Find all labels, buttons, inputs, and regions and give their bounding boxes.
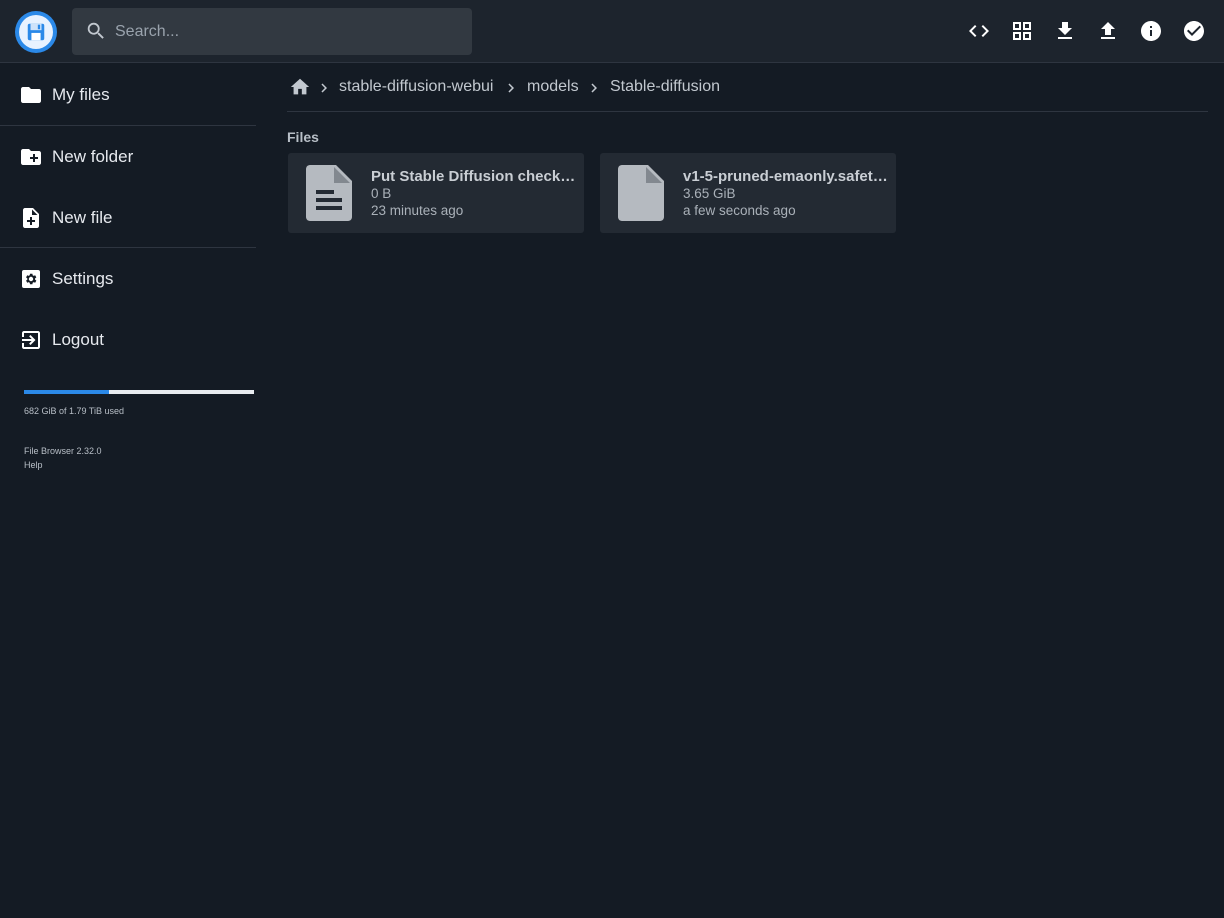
info-icon[interactable]: [1136, 16, 1166, 46]
search-box[interactable]: [72, 8, 472, 55]
code-view-icon[interactable]: [964, 16, 994, 46]
folder-icon: [19, 83, 43, 107]
file-size: 0 B: [371, 186, 392, 201]
sidebar-item-label: Settings: [52, 268, 114, 288]
chevron-right-icon: [315, 79, 333, 97]
logout-icon: [19, 328, 43, 352]
text-file-icon: [302, 163, 358, 223]
sidebar-item-label: Logout: [52, 329, 104, 349]
top-bar: [0, 0, 1224, 63]
file-item[interactable]: Put Stable Diffusion checkpoints here.tx…: [288, 153, 584, 233]
sidebar-item-new-folder[interactable]: New folder: [0, 126, 256, 187]
sidebar-item-logout[interactable]: Logout: [0, 309, 256, 370]
file-name: Put Stable Diffusion checkpoints here.tx…: [371, 168, 576, 185]
file-icon: [614, 163, 670, 223]
floppy-disk-icon[interactable]: [15, 11, 57, 53]
home-icon[interactable]: [289, 76, 311, 98]
breadcrumb-item[interactable]: Stable-diffusion: [610, 78, 720, 96]
version-text: File Browser 2.32.0: [24, 446, 102, 456]
storage-usage-text: 682 GiB of 1.79 TiB used: [24, 406, 125, 416]
download-icon[interactable]: [1050, 16, 1080, 46]
file-modified: 23 minutes ago: [371, 203, 464, 218]
file-plus-icon: [19, 206, 43, 230]
sidebar-item-label: My files: [52, 84, 110, 104]
help-link[interactable]: Help: [24, 460, 43, 470]
folder-plus-icon: [19, 145, 43, 169]
storage-usage-bar: [24, 390, 254, 394]
sidebar-item-new-file[interactable]: New file: [0, 187, 256, 248]
upload-icon[interactable]: [1093, 16, 1123, 46]
settings-icon: [19, 267, 43, 291]
file-size: 3.65 GiB: [683, 186, 736, 201]
sidebar-item-my-files[interactable]: My files: [0, 64, 256, 125]
file-name: v1-5-pruned-emaonly.safetensors: [683, 168, 888, 185]
breadcrumb: stable-diffusion-webui models Stable-dif…: [287, 64, 1208, 112]
search-input[interactable]: [115, 16, 455, 47]
sidebar-item-label: New file: [52, 207, 113, 227]
sidebar-item-settings[interactable]: Settings: [0, 248, 256, 309]
grid-view-icon[interactable]: [1007, 16, 1037, 46]
chevron-right-icon: [585, 79, 603, 97]
section-title: Files: [287, 129, 319, 145]
file-modified: a few seconds ago: [683, 203, 796, 218]
breadcrumb-item[interactable]: stable-diffusion-webui: [339, 78, 493, 96]
sidebar-item-label: New folder: [52, 146, 134, 166]
file-item[interactable]: v1-5-pruned-emaonly.safetensors 3.65 GiB…: [600, 153, 896, 233]
storage-usage-fill: [24, 390, 110, 394]
search-icon: [85, 20, 107, 42]
select-check-icon[interactable]: [1179, 16, 1209, 46]
sidebar: My files New folder New file Settings Lo…: [0, 64, 256, 918]
breadcrumb-item[interactable]: models: [527, 78, 579, 96]
chevron-right-icon: [502, 79, 520, 97]
